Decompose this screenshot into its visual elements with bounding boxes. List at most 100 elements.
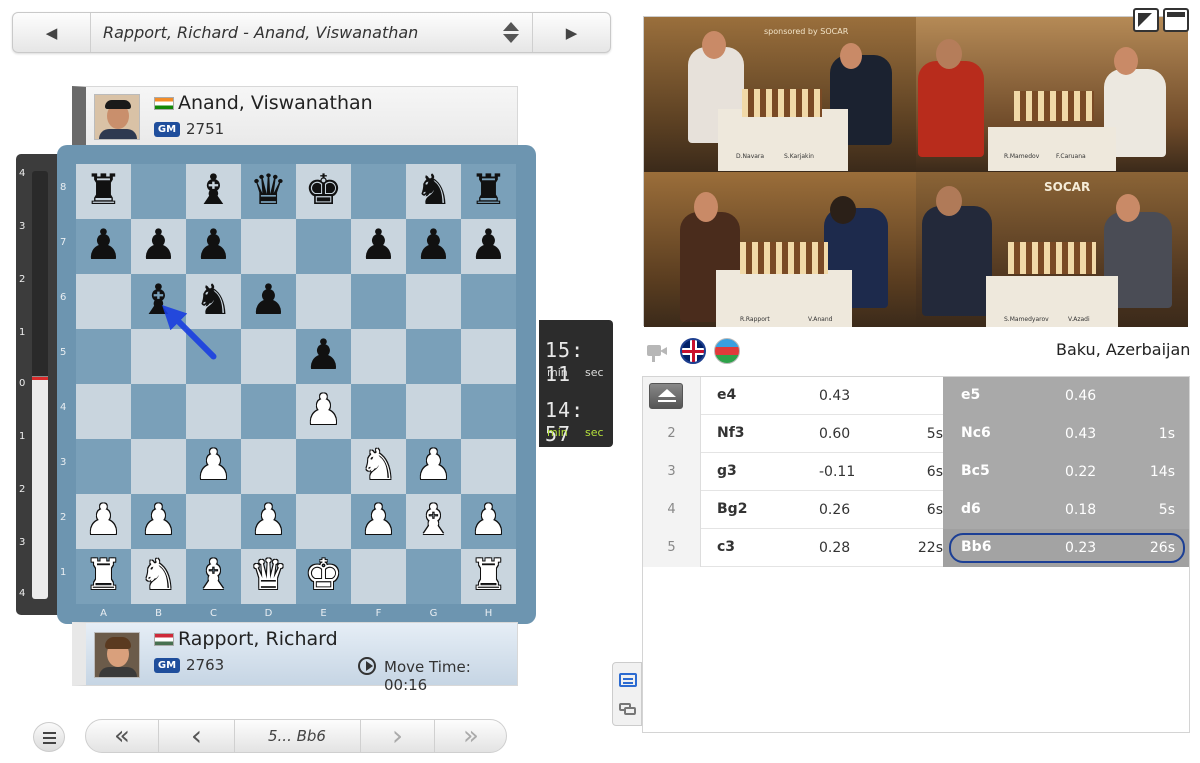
white-pawn-icon[interactable]: ♟ [406, 439, 461, 494]
black-move[interactable]: Bc5 [961, 463, 990, 479]
white-pawn-icon[interactable]: ♟ [131, 494, 186, 549]
board-square[interactable] [406, 549, 461, 604]
white-bishop-icon[interactable]: ♝ [406, 494, 461, 549]
popout-icon[interactable] [1133, 8, 1159, 32]
white-move[interactable]: g3 [717, 463, 737, 479]
white-pawn-icon[interactable]: ♟ [186, 439, 241, 494]
next-move-button[interactable]: › [361, 720, 434, 752]
black-move-cell[interactable]: Nc6 0.43 1s [943, 415, 1189, 453]
white-move[interactable]: Nf3 [717, 425, 745, 441]
chat-tab-icon[interactable] [619, 701, 637, 715]
next-game-button[interactable]: ▶ [532, 13, 610, 52]
black-queen-icon[interactable]: ♛ [241, 164, 296, 219]
black-move-cell[interactable]: Bb6 0.23 26s [943, 529, 1189, 567]
white-knight-icon[interactable]: ♞ [131, 549, 186, 604]
black-pawn-icon[interactable]: ♟ [131, 219, 186, 274]
video-feed[interactable]: sponsored by SOCAR D.Navara S.Karjakin R… [643, 16, 1188, 327]
black-move[interactable]: e5 [961, 387, 980, 403]
fullscreen-icon[interactable] [1163, 8, 1189, 32]
black-move-cell[interactable]: Bc5 0.22 14s [943, 453, 1189, 491]
menu-button[interactable] [33, 722, 65, 752]
black-knight-icon[interactable]: ♞ [186, 274, 241, 329]
white-pawn-icon[interactable]: ♟ [241, 494, 296, 549]
board-square[interactable] [131, 384, 186, 439]
board-square[interactable] [131, 329, 186, 384]
black-pawn-icon[interactable]: ♟ [186, 219, 241, 274]
black-move-cell[interactable]: d6 0.18 5s [943, 491, 1189, 529]
board-square[interactable] [241, 219, 296, 274]
board-square[interactable] [76, 274, 131, 329]
black-bishop-icon[interactable]: ♝ [186, 164, 241, 219]
camera-icon[interactable] [644, 338, 670, 364]
board-square[interactable] [186, 329, 241, 384]
board-square[interactable] [296, 494, 351, 549]
white-rook-icon[interactable]: ♜ [461, 549, 516, 604]
white-knight-icon[interactable]: ♞ [351, 439, 406, 494]
white-move[interactable]: e4 [717, 387, 736, 403]
azerbaijan-flag-icon[interactable] [714, 338, 740, 364]
board-square[interactable] [76, 329, 131, 384]
black-pawn-icon[interactable]: ♟ [351, 219, 406, 274]
board-square[interactable] [461, 439, 516, 494]
previous-game-button[interactable]: ◀ [13, 13, 91, 52]
board-square[interactable] [186, 494, 241, 549]
white-pawn-icon[interactable]: ♟ [296, 384, 351, 439]
black-rook-icon[interactable]: ♜ [461, 164, 516, 219]
black-knight-icon[interactable]: ♞ [406, 164, 461, 219]
board-square[interactable] [296, 219, 351, 274]
collapse-icon[interactable] [649, 383, 683, 409]
board-square[interactable] [461, 329, 516, 384]
white-bishop-icon[interactable]: ♝ [186, 549, 241, 604]
board-square[interactable] [241, 439, 296, 494]
board-square[interactable] [241, 384, 296, 439]
board-square[interactable] [296, 439, 351, 494]
black-move[interactable]: d6 [961, 501, 981, 517]
black-pawn-icon[interactable]: ♟ [406, 219, 461, 274]
board-square[interactable] [461, 274, 516, 329]
board-square[interactable] [131, 164, 186, 219]
black-bishop-icon[interactable]: ♝ [131, 274, 186, 329]
white-rook-icon[interactable]: ♜ [76, 549, 131, 604]
board-square[interactable] [241, 329, 296, 384]
white-king-icon[interactable]: ♚ [296, 549, 351, 604]
english-flag-icon[interactable] [680, 338, 706, 364]
game-selector[interactable]: ◀ Rapport, Richard - Anand, Viswanathan … [12, 12, 611, 53]
board-square[interactable] [406, 329, 461, 384]
board-square[interactable] [351, 274, 406, 329]
board-square[interactable] [351, 549, 406, 604]
board-square[interactable] [461, 384, 516, 439]
select-game-updown-icon[interactable] [501, 21, 521, 45]
board-square[interactable] [351, 329, 406, 384]
black-move-cell[interactable]: e5 0.46 [943, 377, 1189, 415]
black-pawn-icon[interactable]: ♟ [76, 219, 131, 274]
black-rook-icon[interactable]: ♜ [76, 164, 131, 219]
game-title[interactable]: Rapport, Richard - Anand, Viswanathan [103, 23, 418, 42]
white-pawn-icon[interactable]: ♟ [461, 494, 516, 549]
white-move[interactable]: c3 [717, 539, 735, 555]
chess-board[interactable]: ♜ ♝ ♛ ♚ ♞ ♜ ♟ ♟ ♟ ♟ ♟ ♟ ♝ ♞ ♟ ♟ ♟ ♟ ♞ ♟ ♟ ♟ ♟ ♟ ♝ ♟ ♜ ♞ ♝ ♛ ♚ ♜ 8 7 6 5 4 3 2 1… [57, 145, 536, 624]
player-name[interactable]: Anand, Viswanathan [178, 92, 373, 114]
board-square[interactable] [351, 164, 406, 219]
white-queen-icon[interactable]: ♛ [241, 549, 296, 604]
black-move[interactable]: Bb6 [961, 539, 991, 555]
board-square[interactable] [76, 439, 131, 494]
black-pawn-icon[interactable]: ♟ [296, 329, 351, 384]
board-square[interactable] [351, 384, 406, 439]
player-name[interactable]: Rapport, Richard [178, 628, 338, 650]
black-king-icon[interactable]: ♚ [296, 164, 351, 219]
white-move[interactable]: Bg2 [717, 501, 747, 517]
notation-tab-icon[interactable] [619, 673, 637, 687]
black-move[interactable]: Nc6 [961, 425, 991, 441]
board-square[interactable] [406, 274, 461, 329]
board-square[interactable] [406, 384, 461, 439]
board-square[interactable] [76, 384, 131, 439]
black-pawn-icon[interactable]: ♟ [461, 219, 516, 274]
black-pawn-icon[interactable]: ♟ [241, 274, 296, 329]
last-move-button[interactable]: » [435, 720, 507, 752]
board-square[interactable] [131, 439, 186, 494]
first-move-button[interactable]: « [86, 720, 158, 752]
white-pawn-icon[interactable]: ♟ [351, 494, 406, 549]
white-pawn-icon[interactable]: ♟ [76, 494, 131, 549]
board-square[interactable] [186, 384, 241, 439]
previous-move-button[interactable]: ‹ [159, 720, 234, 752]
